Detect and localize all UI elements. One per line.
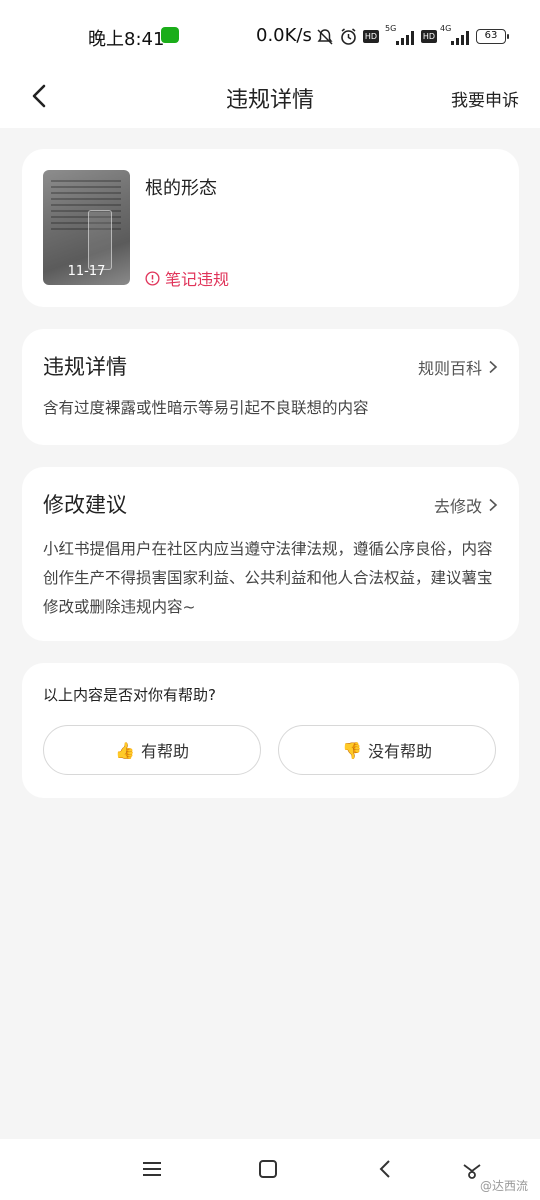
detail-title: 违规详情 — [43, 355, 127, 379]
signal-icon-1 — [396, 31, 414, 45]
system-navigation-bar — [0, 1139, 540, 1200]
suggestion-title: 修改建议 — [43, 493, 127, 517]
suggestion-card: 修改建议 去修改 小红书提倡用户在社区内应当遵守法律法规，遵循公序良俗，内容创作… — [22, 467, 519, 641]
suggestion-text: 小红书提倡用户在社区内应当遵守法律法规，遵循公序良俗，内容创作生产不得损害国家利… — [43, 540, 493, 616]
wechat-icon — [161, 27, 179, 43]
feedback-question: 以上内容是否对你有帮助? — [43, 686, 216, 704]
thumbnail-jar — [88, 210, 112, 270]
helpful-label: 有帮助 — [140, 742, 189, 761]
go-edit-link[interactable]: 去修改 — [434, 493, 498, 517]
home-square-icon[interactable] — [256, 1157, 280, 1181]
appeal-button[interactable]: 我要申诉 — [451, 86, 519, 111]
hd-badge-1: HD — [363, 30, 379, 43]
violation-detail-card: 违规详情 规则百科 含有过度裸露或性暗示等易引起不良联想的内容 — [22, 329, 519, 445]
rules-wiki-link[interactable]: 规则百科 — [418, 355, 498, 379]
signal-icon-2 — [451, 31, 469, 45]
status-time: 晚上8:41 — [88, 29, 165, 50]
thumbnail-date: 11-17 — [67, 264, 106, 279]
navigation-bar: 违规详情 我要申诉 — [0, 68, 540, 128]
note-thumbnail[interactable]: 11-17 — [43, 170, 130, 285]
helpful-button[interactable]: 👍 有帮助 — [43, 725, 261, 775]
feedback-card: 以上内容是否对你有帮助? 👍 有帮助 👎 没有帮助 — [22, 663, 519, 798]
mute-bell-icon — [317, 29, 333, 45]
chevron-right-icon — [489, 498, 498, 512]
not-helpful-label: 没有帮助 — [367, 742, 432, 761]
chevron-right-icon — [489, 360, 498, 374]
status-bar: 晚上8:41 0.0K/s HD 5G HD 4G 63 — [0, 0, 540, 68]
hd-badge-2: HD — [421, 30, 437, 43]
warning-circle-icon — [145, 270, 160, 286]
violation-tag: 笔记违规 — [145, 266, 229, 290]
back-icon[interactable] — [374, 1157, 398, 1181]
thumbs-up-icon: 👍 — [115, 740, 135, 760]
menu-icon[interactable] — [140, 1157, 164, 1181]
note-title: 根的形态 — [145, 178, 217, 199]
detail-text: 含有过度裸露或性暗示等易引起不良联想的内容 — [43, 399, 369, 417]
note-card[interactable]: 11-17 根的形态 笔记违规 — [22, 149, 519, 307]
watermark: @达西流 — [480, 1179, 529, 1193]
alarm-icon — [341, 28, 356, 45]
go-edit-label: 去修改 — [433, 497, 482, 516]
battery-icon: 63 — [476, 29, 509, 44]
not-helpful-button[interactable]: 👎 没有帮助 — [278, 725, 496, 775]
network-speed: 0.0K/s — [256, 25, 312, 46]
rules-wiki-label: 规则百科 — [417, 359, 482, 378]
violation-label: 笔记违规 — [165, 270, 230, 289]
thumbs-down-icon: 👎 — [342, 740, 362, 760]
